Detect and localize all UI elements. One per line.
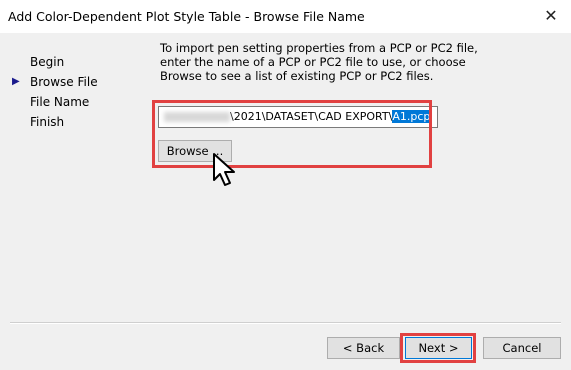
step-browse-file: ▶ Browse File (12, 72, 98, 92)
close-icon[interactable]: ✕ (539, 4, 563, 28)
title-bar: Add Color-Dependent Plot Style Table - B… (0, 0, 571, 33)
instruction-text: To import pen setting properties from a … (160, 41, 478, 83)
mouse-pointer-icon (213, 153, 235, 186)
footer-divider (10, 322, 561, 324)
current-step-arrow-icon: ▶ (12, 76, 20, 87)
back-button[interactable]: < Back (327, 337, 400, 359)
step-file-name: File Name (30, 95, 90, 109)
highlight-box-next (400, 333, 476, 363)
window-title: Add Color-Dependent Plot Style Table - B… (8, 9, 365, 24)
cancel-button[interactable]: Cancel (483, 337, 561, 359)
highlight-box-file-input (152, 100, 432, 168)
wizard-steps: Begin ▶ Browse File File Name Finish (12, 52, 98, 132)
step-begin: Begin (30, 55, 65, 69)
step-finish: Finish (30, 115, 65, 129)
